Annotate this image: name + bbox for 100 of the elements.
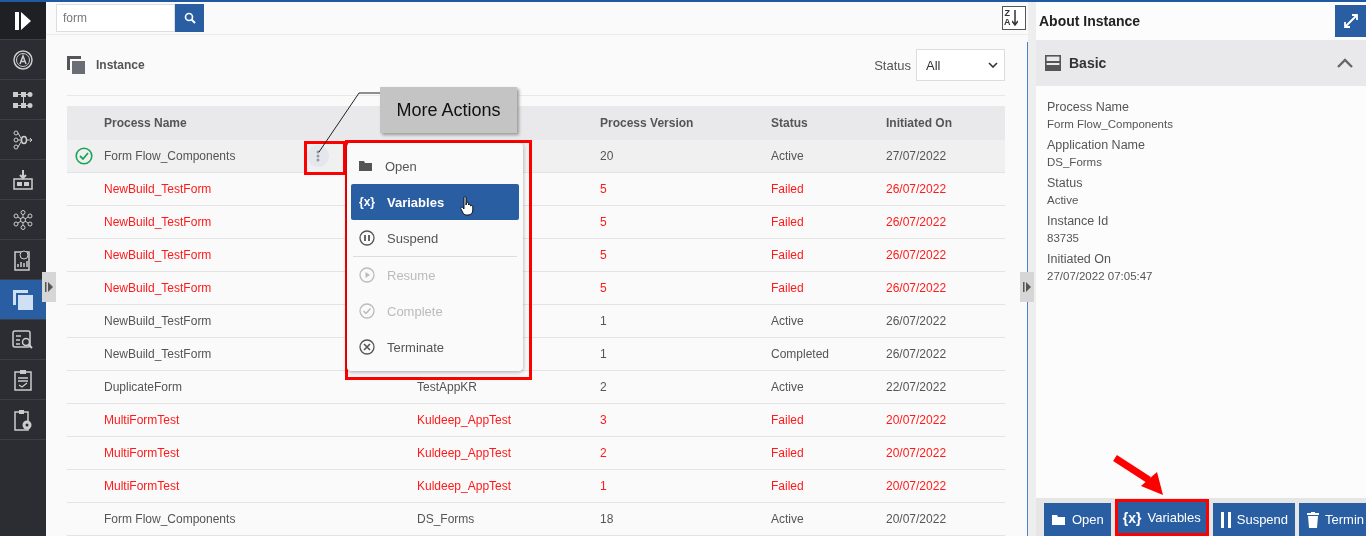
folder-icon	[359, 160, 373, 172]
column-header[interactable]: Process Version	[600, 116, 694, 130]
panel-title: Instance	[96, 58, 145, 72]
table-cell: Active	[771, 512, 804, 526]
action-button[interactable]: Open	[1044, 503, 1111, 536]
table-cell: Failed	[771, 281, 804, 295]
play-icon	[15, 11, 31, 30]
table-cell: 5	[600, 248, 607, 262]
table-cell: 20	[600, 149, 614, 163]
table-cell: NewBuild_TestForm	[104, 182, 212, 196]
collapse-icon	[45, 282, 53, 292]
table-cell: NewBuild_TestForm	[104, 281, 212, 295]
chevron-up-icon	[1337, 58, 1354, 68]
status-label: Status	[874, 57, 911, 73]
check-circle-icon	[359, 303, 375, 319]
table-row[interactable]: MultiFormTest Kuldeep_AppTest 2 Failed 20/07/2022	[67, 437, 1005, 470]
table-cell: Active	[771, 149, 804, 163]
table-cell: 26/07/2022	[886, 248, 947, 262]
tray-download-icon	[13, 169, 33, 190]
close-circle-icon	[359, 339, 375, 355]
check-circle-icon	[75, 147, 93, 165]
field-value: 27/07/2022 07:05:47	[1047, 270, 1154, 282]
table-cell: 27/07/2022	[886, 149, 947, 163]
pause-icon	[1220, 511, 1231, 528]
collapse-handle[interactable]	[42, 272, 56, 302]
circle-a-icon	[13, 49, 33, 70]
table-row[interactable]: MultiFormTest Kuldeep_AppTest 1 Failed 20/07/2022	[67, 470, 1005, 503]
flowchart-icon	[13, 90, 33, 109]
table-cell: DuplicateForm	[104, 380, 183, 394]
table-cell: NewBuild_TestForm	[104, 347, 212, 361]
table-cell: NewBuild_TestForm	[104, 314, 212, 328]
table-cell: Failed	[771, 479, 804, 493]
table-cell: 5	[600, 281, 607, 295]
field-value: Form Flow_Components	[1047, 118, 1174, 130]
column-header[interactable]: Process Name	[104, 116, 187, 130]
table-cell: 26/07/2022	[886, 347, 947, 361]
form-icon	[1045, 55, 1061, 71]
column-header[interactable]: Status	[771, 116, 808, 130]
table-cell: Form Flow_Components	[104, 149, 236, 163]
table-cell: 5	[600, 215, 607, 229]
table-cell: Active	[771, 314, 804, 328]
folder-icon	[1052, 513, 1066, 526]
menu-item[interactable]: {x} Variables	[351, 184, 519, 220]
variables-icon: {x}	[1122, 509, 1142, 526]
branching-icon	[13, 129, 33, 150]
collapse-icon	[1023, 282, 1031, 292]
callout-tooltip: More Actions	[380, 87, 517, 133]
table-cell: 26/07/2022	[886, 182, 947, 196]
table-cell: 2	[600, 446, 607, 460]
stacked-squares-icon	[67, 56, 85, 74]
table-cell: 2	[600, 380, 607, 394]
section-title: Basic	[1069, 55, 1107, 71]
table-cell: Failed	[771, 413, 804, 427]
table-cell: Failed	[771, 446, 804, 460]
table-cell: Kuldeep_AppTest	[417, 446, 512, 460]
field-label: Process Name	[1047, 100, 1130, 114]
table-cell: NewBuild_TestForm	[104, 248, 212, 262]
table-cell: 18	[600, 512, 614, 526]
table-cell: Kuldeep_AppTest	[417, 479, 512, 493]
table-cell: DS_Forms	[417, 512, 475, 526]
table-cell: 22/07/2022	[886, 380, 947, 394]
table-cell: Form Flow_Components	[104, 512, 236, 526]
action-button[interactable]: Termin	[1299, 503, 1366, 536]
pointer-arrow-icon	[1113, 454, 1165, 496]
table-cell: MultiFormTest	[104, 413, 180, 427]
table-cell: 20/07/2022	[886, 479, 947, 493]
search-button[interactable]	[175, 4, 204, 32]
trash-icon	[1307, 511, 1320, 528]
clipboard-gear-icon	[14, 408, 32, 431]
search-field[interactable]: form	[56, 4, 175, 32]
table-cell: 26/07/2022	[886, 281, 947, 295]
variables-icon: {x}	[359, 195, 375, 209]
sidebar-item[interactable]	[0, 280, 46, 320]
table-cell: Kuldeep_AppTest	[417, 413, 512, 427]
table-row[interactable]: MultiFormTest Kuldeep_AppTest 3 Failed 20/07/2022	[67, 404, 1005, 437]
column-header[interactable]: Initiated On	[886, 116, 952, 130]
table-cell: 3	[600, 413, 607, 427]
leader-line	[318, 91, 382, 153]
collapse-handle[interactable]	[1020, 272, 1034, 302]
action-button[interactable]: {x} Variables	[1114, 499, 1209, 536]
stacked-squares-icon	[13, 289, 33, 310]
list-search-icon	[12, 329, 34, 350]
field-label: Instance Id	[1047, 214, 1110, 228]
section-header[interactable]: Basic	[1036, 40, 1366, 86]
table-row[interactable]: Form Flow_Components DS_Forms 18 Active 20/07/2022	[67, 503, 1005, 536]
table-cell: Failed	[771, 182, 804, 196]
search-icon	[183, 12, 196, 24]
action-button[interactable]: Suspend	[1212, 503, 1296, 536]
hand-cursor-icon	[460, 196, 475, 216]
more-actions-button[interactable]	[307, 145, 329, 167]
status-dropdown[interactable]: All	[916, 49, 1005, 81]
document-chart-icon	[14, 248, 32, 271]
table-cell: TestAppKR	[417, 380, 478, 394]
sort-button[interactable]: Z A	[1002, 6, 1026, 30]
expand-button[interactable]	[1335, 5, 1366, 37]
logo-button[interactable]	[0, 2, 46, 40]
table-cell: 26/07/2022	[886, 215, 947, 229]
play-circle-icon	[359, 267, 375, 283]
table-cell: 1	[600, 479, 607, 493]
field-value: Active	[1047, 194, 1080, 206]
